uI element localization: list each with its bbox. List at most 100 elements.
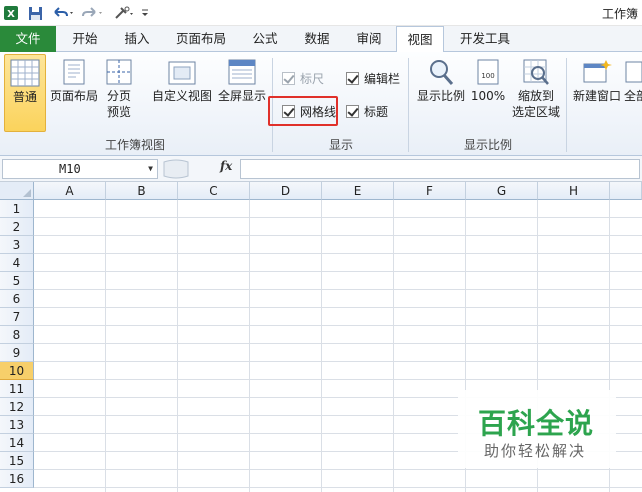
tab-developer[interactable]: 开发工具 xyxy=(450,26,520,52)
redo-icon[interactable] xyxy=(80,3,104,23)
formula-bar: M10 ▼ fx xyxy=(0,156,642,182)
row-header[interactable]: 14 xyxy=(0,434,34,452)
ruler-checkbox[interactable]: 标尺 xyxy=(282,70,324,87)
row-header[interactable]: 6 xyxy=(0,290,34,308)
gridline-horizontal xyxy=(34,289,642,290)
zoom-button[interactable]: 显示比例 xyxy=(412,58,470,132)
arrange-all-icon xyxy=(625,61,642,83)
zoom-100-label: 100% xyxy=(470,89,506,103)
zoom-to-selection-button[interactable]: 缩放到 选定区域 xyxy=(508,58,564,132)
insert-function-icon[interactable]: fx xyxy=(220,159,232,173)
column-header[interactable] xyxy=(610,182,642,200)
row-header[interactable]: 7 xyxy=(0,308,34,326)
gridline-vertical xyxy=(105,200,106,492)
column-header[interactable]: A xyxy=(34,182,106,200)
gridline-horizontal xyxy=(34,217,642,218)
formula-bar-checkbox[interactable]: 编辑栏 xyxy=(346,70,400,87)
ribbon: 普通 页面布局 分页 预览 自定义视图 全屏显示 工作簿视图 标尺 编辑栏 网格… xyxy=(0,52,642,156)
new-window-icon xyxy=(583,60,612,83)
quick-access-dropdown[interactable] xyxy=(140,3,150,23)
column-header[interactable]: D xyxy=(250,182,322,200)
headings-label: 标题 xyxy=(364,105,389,119)
page-layout-view-button[interactable]: 页面布局 xyxy=(48,58,100,132)
page-break-preview-button[interactable]: 分页 预览 xyxy=(100,58,138,132)
tab-formulas[interactable]: 公式 xyxy=(242,26,288,52)
row-header[interactable]: 13 xyxy=(0,416,34,434)
gridline-horizontal xyxy=(34,325,642,326)
row-header[interactable]: 2 xyxy=(0,218,34,236)
gridline-vertical xyxy=(249,200,250,492)
show-group-label: 显示 xyxy=(328,138,353,152)
chevron-down-icon[interactable]: ▼ xyxy=(148,160,153,178)
column-header[interactable]: H xyxy=(538,182,610,200)
tab-view[interactable]: 视图 xyxy=(396,26,444,53)
gridline-vertical xyxy=(393,200,394,492)
custom-views-button[interactable]: 自定义视图 xyxy=(150,58,214,132)
magnifier-icon xyxy=(430,60,454,85)
row-header[interactable]: 1 xyxy=(0,200,34,218)
zoom-100-button[interactable]: 100 100% xyxy=(470,58,506,132)
page-break-label-2: 预览 xyxy=(106,105,131,119)
zoom-100-icon: 100 xyxy=(477,59,499,85)
excel-icon[interactable]: X xyxy=(2,3,20,23)
full-screen-icon xyxy=(228,59,256,85)
gridline-horizontal xyxy=(34,235,642,236)
headings-checkbox[interactable]: 标题 xyxy=(346,103,388,120)
row-header[interactable]: 8 xyxy=(0,326,34,344)
watermark-title: 百科全说 xyxy=(478,407,595,440)
row-header[interactable]: 15 xyxy=(0,452,34,470)
customize-icon[interactable] xyxy=(112,3,136,23)
normal-view-icon xyxy=(10,59,40,87)
formula-input[interactable] xyxy=(240,159,640,179)
row-header[interactable]: 10 xyxy=(0,362,34,380)
column-header[interactable]: E xyxy=(322,182,394,200)
new-window-button[interactable]: 新建窗口 xyxy=(570,58,624,132)
tab-page-layout[interactable]: 页面布局 xyxy=(166,26,236,52)
column-header[interactable]: B xyxy=(106,182,178,200)
name-box-value: M10 xyxy=(59,162,81,176)
save-icon[interactable] xyxy=(26,3,44,23)
row-header[interactable]: 16 xyxy=(0,470,34,488)
row-header[interactable]: 11 xyxy=(0,380,34,398)
full-screen-button[interactable]: 全屏显示 xyxy=(216,58,268,132)
zoom-label: 显示比例 xyxy=(416,89,465,103)
tab-review[interactable]: 审阅 xyxy=(346,26,392,52)
row-header[interactable]: 3 xyxy=(0,236,34,254)
column-header[interactable]: F xyxy=(394,182,466,200)
page-layout-view-label: 页面布局 xyxy=(49,89,98,103)
window-title: 工作簿 xyxy=(601,7,638,21)
page-break-label-1: 分页 xyxy=(106,89,131,103)
ruler-check-box xyxy=(282,72,295,85)
row-header[interactable]: 12 xyxy=(0,398,34,416)
name-box[interactable]: M10 ▼ xyxy=(2,159,158,179)
gridline-vertical xyxy=(321,200,322,492)
column-header[interactable]: C xyxy=(178,182,250,200)
title-bar: X 工作簿 xyxy=(0,0,642,26)
page-layout-icon xyxy=(63,59,85,85)
full-screen-label: 全屏显示 xyxy=(217,89,266,103)
tab-file[interactable]: 文件 xyxy=(0,26,56,52)
formula-bar-check-box xyxy=(346,72,359,85)
svg-text:100: 100 xyxy=(481,72,494,80)
group-separator xyxy=(408,58,409,152)
normal-view-button[interactable]: 普通 xyxy=(4,54,46,132)
column-header[interactable]: G xyxy=(466,182,538,200)
row-header[interactable]: 5 xyxy=(0,272,34,290)
ribbon-tabs: 文件 开始 插入 页面布局 公式 数据 审阅 视图 开发工具 xyxy=(0,26,642,53)
zoom-selection-label-2: 选定区域 xyxy=(511,105,560,119)
tab-data[interactable]: 数据 xyxy=(294,26,340,52)
gridline-vertical xyxy=(177,200,178,492)
row-header[interactable]: 9 xyxy=(0,344,34,362)
workbook-views-group-label: 工作簿视图 xyxy=(104,138,165,152)
tab-insert[interactable]: 插入 xyxy=(114,26,160,52)
undo-icon[interactable] xyxy=(50,3,74,23)
gridline-horizontal xyxy=(34,253,642,254)
row-header[interactable]: 4 xyxy=(0,254,34,272)
select-all-corner[interactable] xyxy=(0,182,34,200)
tab-home[interactable]: 开始 xyxy=(62,26,108,52)
gridline-horizontal xyxy=(34,271,642,272)
arrange-all-button[interactable]: 全部 xyxy=(624,58,642,132)
arrange-all-label: 全部 xyxy=(624,89,642,103)
svg-text:X: X xyxy=(7,9,15,20)
zoom-selection-label-1: 缩放到 xyxy=(517,89,554,103)
